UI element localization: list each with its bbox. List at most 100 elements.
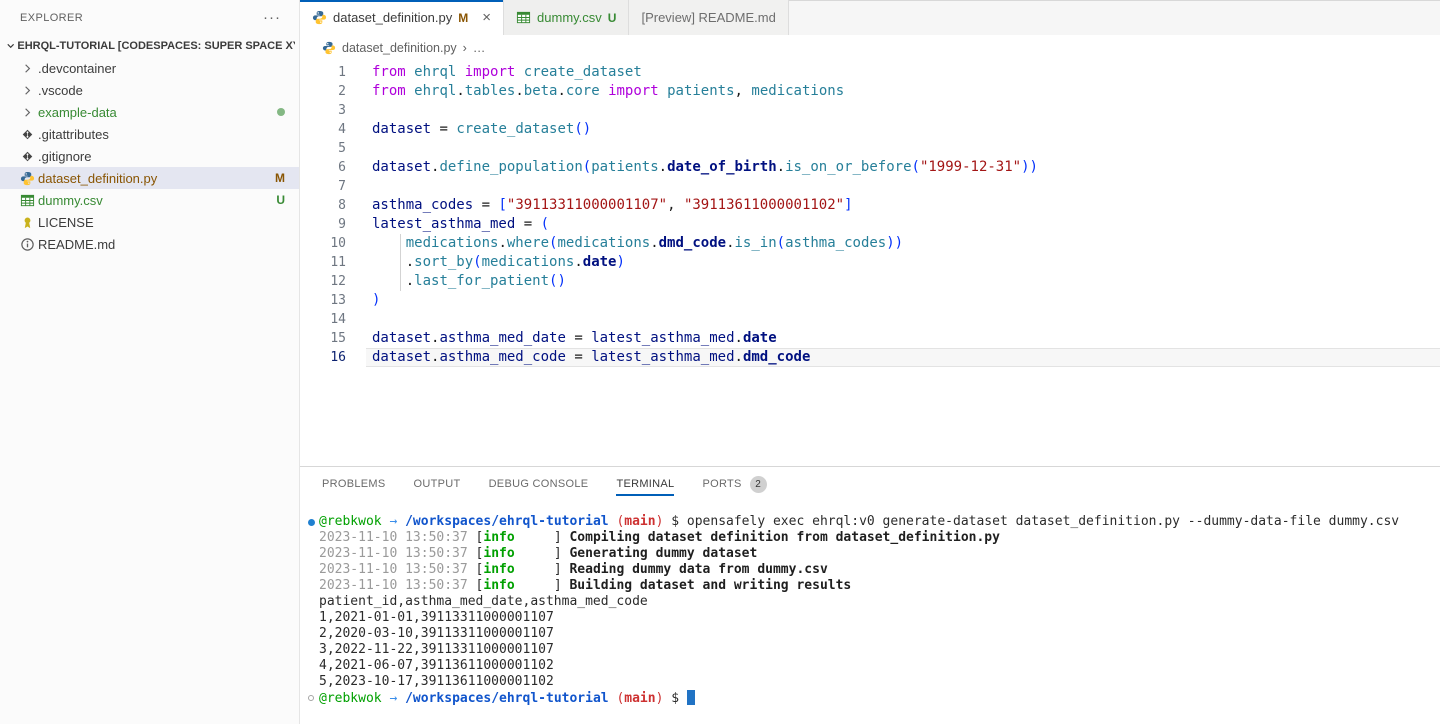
line-number: 13 [300,291,346,310]
line-number: 14 [300,310,346,329]
file-label: dummy.csv [38,193,103,208]
line-number: 3 [300,101,346,120]
line-number: 8 [300,196,346,215]
line-number: 2 [300,82,346,101]
breadcrumb-more[interactable]: … [473,41,486,55]
explorer-title: EXPLORER [20,12,83,24]
code-text: dataset = create_dataset() [366,120,1440,139]
terminal-line: @rebkwok → /workspaces/ehrql-tutorial (m… [300,690,1440,706]
tab--preview-readme-md[interactable]: [Preview] README.md [629,0,788,35]
code-line-10[interactable]: 10 medications.where(medications.dmd_cod… [300,234,1440,253]
code-line-7[interactable]: 7 [300,177,1440,196]
code-line-4[interactable]: 4 dataset = create_dataset() [300,120,1440,139]
line-number: 4 [300,120,346,139]
file-row--gitattributes[interactable]: .gitattributes [0,123,299,145]
panel-tab-terminal[interactable]: TERMINAL [616,467,674,501]
bottom-panel: PROBLEMS OUTPUT DEBUG CONSOLE TERMINAL PORTS… [300,466,1440,724]
terminal-line: patient_id,asthma_med_date,asthma_med_co… [300,594,1440,610]
python-icon [322,41,336,55]
vscode-window: EXPLORER ··· EHRQL-TUTORIAL [CODESPACES:… [0,0,1440,724]
editor-area: dataset_definition.py M × dummy.csvU[Previe… [300,0,1440,466]
code-text: asthma_codes = ["39113311000001107", "39… [366,196,1440,215]
code-text [366,101,1440,120]
terminal-line: @rebkwok → /workspaces/ehrql-tutorial (m… [300,514,1440,530]
tab-dataset-definition-py[interactable]: dataset_definition.py M × [300,0,504,35]
file-row--vscode[interactable]: .vscode [0,79,299,101]
code-text: medications.where(medications.dmd_code.i… [366,234,1440,253]
line-number: 12 [300,272,346,291]
tab-git-status-badge: U [608,11,617,25]
panel-tab-ports[interactable]: PORTS2 [702,467,766,501]
file-label: .gitattributes [38,127,109,142]
python-icon [312,10,327,25]
line-number: 10 [300,234,346,253]
terminal[interactable]: @rebkwok → /workspaces/ehrql-tutorial (m… [300,514,1440,706]
code-line-9[interactable]: 9latest_asthma_med = ( [300,215,1440,234]
code-text [366,177,1440,196]
code-text [366,139,1440,158]
breadcrumb-file[interactable]: dataset_definition.py [342,41,457,55]
code-text: dataset.asthma_med_date = latest_asthma_… [366,329,1440,348]
terminal-cursor [687,690,695,705]
code-line-3[interactable]: 3 [300,101,1440,120]
code-editor[interactable]: 1from ehrql import create_dataset2 from e… [300,61,1440,367]
file-row--gitignore[interactable]: .gitignore [0,145,299,167]
line-number: 6 [300,158,346,177]
code-text: dataset.define_population(patients.date_… [366,158,1440,177]
csv-icon [516,10,531,25]
panel-tab-label: PORTS [702,478,741,490]
panel-tab-problems[interactable]: PROBLEMS [322,467,386,501]
code-line-2[interactable]: 2 from ehrql.tables.beta.core import pati… [300,82,1440,101]
code-text: from ehrql.tables.beta.core import patie… [366,82,1440,101]
workspace-section-header[interactable]: EHRQL-TUTORIAL [CODESPACES: SUPER SPACE … [0,35,299,57]
code-line-1[interactable]: 1from ehrql import create_dataset [300,63,1440,82]
file-row-dummy-csv[interactable]: dummy.csvU [0,189,299,211]
file-row-example-data[interactable]: example-data [0,101,299,123]
tab-label: dataset_definition.py [333,10,452,25]
tab-git-status-badge: M [458,11,468,25]
code-line-14[interactable]: 14 [300,310,1440,329]
tab-dummy-csv[interactable]: dummy.csvU [504,0,629,35]
file-label: example-data [38,105,117,120]
panel-tab-output[interactable]: OUTPUT [414,467,461,501]
workspace-section-label: EHRQL-TUTORIAL [CODESPACES: SUPER SPACE … [17,40,295,52]
info-icon [20,237,38,252]
panel-tab-label: TERMINAL [616,478,674,490]
code-line-11[interactable]: 11 .sort_by(medications.date) [300,253,1440,272]
git-status-badge: M [275,171,285,185]
line-number: 5 [300,139,346,158]
code-text: .last_for_patient() [366,272,1440,291]
explorer-header: EXPLORER ··· [0,0,299,35]
python-icon [20,171,38,186]
code-line-12[interactable]: 12 .last_for_patient() [300,272,1440,291]
panel-tab-label: DEBUG CONSOLE [489,478,589,490]
breadcrumb[interactable]: dataset_definition.py › … [300,35,1440,61]
file-row--devcontainer[interactable]: .devcontainer [0,57,299,79]
terminal-line: 5,2023-10-17,39113611000001102 [300,674,1440,690]
file-label: dataset_definition.py [38,171,157,186]
file-row-dataset-definition-py[interactable]: dataset_definition.py M [0,167,299,189]
chevron-right-icon [20,61,38,76]
line-number: 15 [300,329,346,348]
line-number: 1 [300,63,346,82]
code-line-6[interactable]: 6 dataset.define_population(patients.date… [300,158,1440,177]
code-line-13[interactable]: 13) [300,291,1440,310]
file-row-readme-md[interactable]: README.md [0,233,299,255]
close-icon[interactable]: × [482,10,491,25]
code-line-5[interactable]: 5 [300,139,1440,158]
file-row-license[interactable]: LICENSE [0,211,299,233]
terminal-line: 2023-11-10 13:50:37 [info ] Building dat… [300,578,1440,594]
license-icon [20,215,38,230]
line-number: 7 [300,177,346,196]
panel-tab-debug-console[interactable]: DEBUG CONSOLE [489,467,589,501]
terminal-line: 3,2022-11-22,39113311000001107 [300,642,1440,658]
line-number: 11 [300,253,346,272]
terminal-line: 2023-11-10 13:50:37 [info ] Compiling da… [300,530,1440,546]
code-line-8[interactable]: 8 asthma_codes = ["39113311000001107", "3… [300,196,1440,215]
code-line-15[interactable]: 15 dataset.asthma_med_date = latest_asthm… [300,329,1440,348]
file-label: .gitignore [38,149,91,164]
explorer-sidebar: EXPLORER ··· EHRQL-TUTORIAL [CODESPACES:… [0,0,300,724]
explorer-more-actions-icon[interactable]: ··· [263,9,281,26]
code-line-16[interactable]: 16dataset.asthma_med_code = latest_asthm… [300,348,1440,367]
chevron-right-icon [20,105,38,120]
